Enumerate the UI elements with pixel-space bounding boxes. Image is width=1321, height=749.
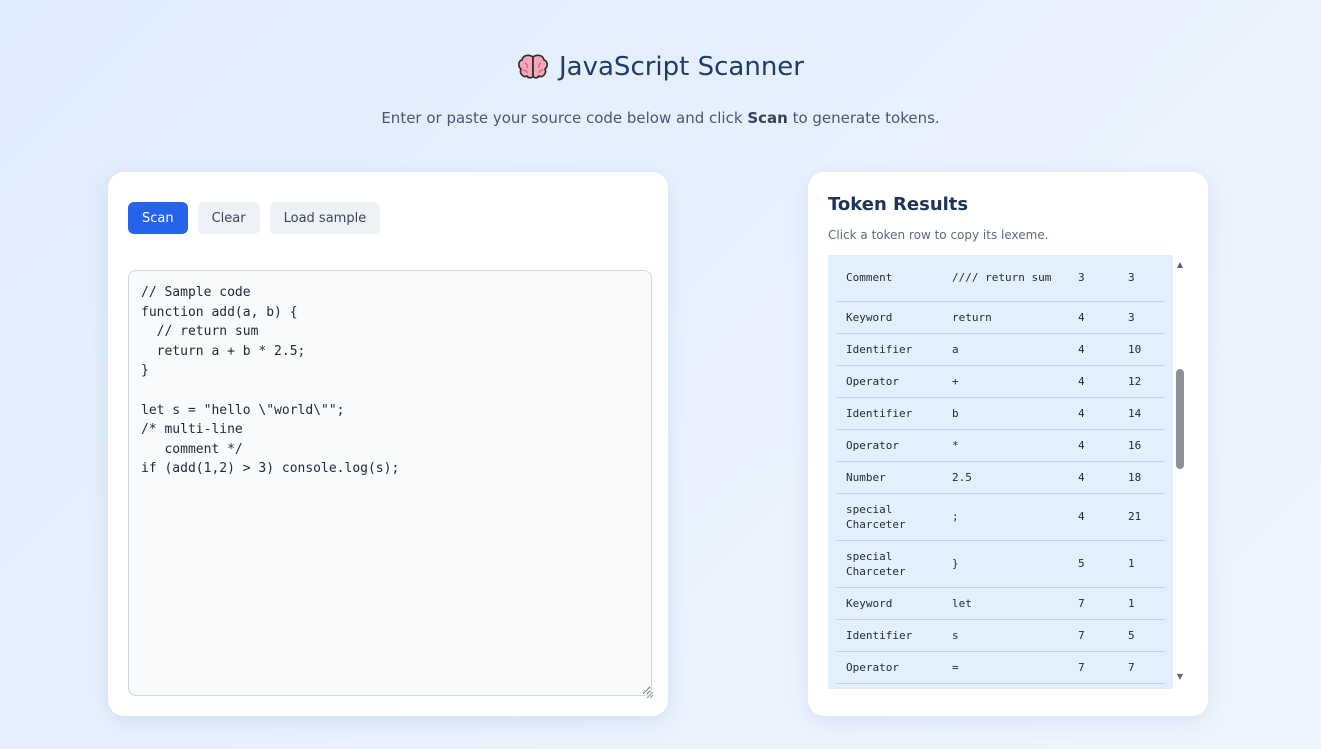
table-row[interactable]: Keyword let 7 1: [836, 587, 1165, 620]
token-type: Identifier: [836, 397, 942, 430]
token-line: 7: [1068, 587, 1118, 620]
token-column: 5: [1118, 619, 1165, 652]
subtitle-post: to generate tokens.: [787, 109, 940, 127]
token-column: 18: [1118, 461, 1165, 494]
token-line: 4: [1068, 333, 1118, 366]
token-line: 4: [1068, 397, 1118, 430]
results-hint: Click a token row to copy its lexeme.: [828, 228, 1049, 242]
token-type: Keyword: [836, 301, 942, 334]
token-column: 1: [1118, 540, 1165, 588]
token-type: Operator: [836, 365, 942, 398]
token-lexeme: ;: [942, 493, 1068, 541]
token-lexeme: s: [942, 619, 1068, 652]
token-line: 5: [1068, 540, 1118, 588]
token-type: Keyword: [836, 587, 942, 620]
token-column: 10: [1118, 333, 1165, 366]
scan-button[interactable]: Scan: [128, 202, 188, 234]
results-title: Token Results: [828, 194, 969, 215]
source-code-input[interactable]: // Sample code function add(a, b) { // r…: [128, 270, 652, 696]
subtitle-scan-word: Scan: [747, 109, 788, 127]
token-lexeme: }: [942, 540, 1068, 588]
token-column: 21: [1118, 493, 1165, 541]
page-title-text: JavaScript Scanner: [559, 52, 804, 82]
token-type: Identifier: [836, 333, 942, 366]
table-row[interactable]: Operator = 7 7: [836, 651, 1165, 684]
table-row[interactable]: Operator * 4 16: [836, 429, 1165, 462]
brain-icon: [517, 53, 549, 81]
token-lexeme: b: [942, 397, 1068, 430]
token-line: 4: [1068, 493, 1118, 541]
token-lexeme: =: [942, 651, 1068, 684]
token-lexeme: 2.5: [942, 461, 1068, 494]
token-table-viewport[interactable]: Comment //// return sum 3 3 Keyword retu…: [828, 255, 1173, 689]
token-lexeme: let: [942, 587, 1068, 620]
results-card: Token Results Click a token row to copy …: [808, 172, 1208, 716]
token-type: special Charceter: [836, 540, 942, 588]
token-type: special Charceter: [836, 493, 942, 541]
token-line: 4: [1068, 301, 1118, 334]
table-row[interactable]: Identifier s 7 5: [836, 619, 1165, 652]
table-row[interactable]: special Charceter ; 4 21: [836, 493, 1165, 541]
subtitle-pre: Enter or paste your source code below an…: [381, 109, 748, 127]
editor-card: Scan Clear Load sample // Sample code fu…: [108, 172, 668, 716]
token-type: Comment: [836, 255, 942, 302]
scroll-up-arrow-icon[interactable]: ▲: [1175, 261, 1185, 269]
table-row[interactable]: Identifier b 4 14: [836, 397, 1165, 430]
token-line: 4: [1068, 429, 1118, 462]
token-type: Identifier: [836, 619, 942, 652]
token-type: Operator: [836, 651, 942, 684]
token-lexeme: *: [942, 429, 1068, 462]
token-column: 16: [1118, 429, 1165, 462]
token-column: 14: [1118, 397, 1165, 430]
table-row[interactable]: Operator + 4 12: [836, 365, 1165, 398]
table-row[interactable]: special Charceter } 5 1: [836, 540, 1165, 588]
page-title: JavaScript Scanner: [517, 52, 804, 82]
token-table: Comment //// return sum 3 3 Keyword retu…: [836, 255, 1165, 684]
token-line: 4: [1068, 365, 1118, 398]
scrollbar-thumb[interactable]: [1176, 369, 1184, 469]
table-row[interactable]: Number 2.5 4 18: [836, 461, 1165, 494]
resize-grip-icon[interactable]: [644, 684, 654, 699]
token-lexeme: +: [942, 365, 1068, 398]
token-line: 4: [1068, 461, 1118, 494]
token-type: Operator: [836, 429, 942, 462]
token-column: 1: [1118, 587, 1165, 620]
token-column: 7: [1118, 651, 1165, 684]
results-scrollbar[interactable]: ▲ ▼: [1174, 255, 1186, 689]
token-type: Number: [836, 461, 942, 494]
token-line: 7: [1068, 651, 1118, 684]
page-header: JavaScript Scanner Enter or paste your s…: [0, 52, 1321, 127]
token-lexeme: //// return sum: [942, 255, 1068, 302]
clear-button[interactable]: Clear: [197, 202, 260, 234]
scroll-down-arrow-icon[interactable]: ▼: [1175, 673, 1185, 681]
token-line: 3: [1068, 255, 1118, 302]
token-column: 12: [1118, 365, 1165, 398]
token-column: 3: [1118, 255, 1165, 302]
editor-toolbar: Scan Clear Load sample: [128, 202, 381, 234]
page-subtitle: Enter or paste your source code below an…: [0, 109, 1321, 127]
token-lexeme: a: [942, 333, 1068, 366]
table-row[interactable]: Identifier a 4 10: [836, 333, 1165, 366]
token-column: 3: [1118, 301, 1165, 334]
table-row[interactable]: Keyword return 4 3: [836, 301, 1165, 334]
table-row[interactable]: Comment //// return sum 3 3: [836, 255, 1165, 302]
token-lexeme: return: [942, 301, 1068, 334]
token-line: 7: [1068, 619, 1118, 652]
load-sample-button[interactable]: Load sample: [269, 202, 381, 234]
